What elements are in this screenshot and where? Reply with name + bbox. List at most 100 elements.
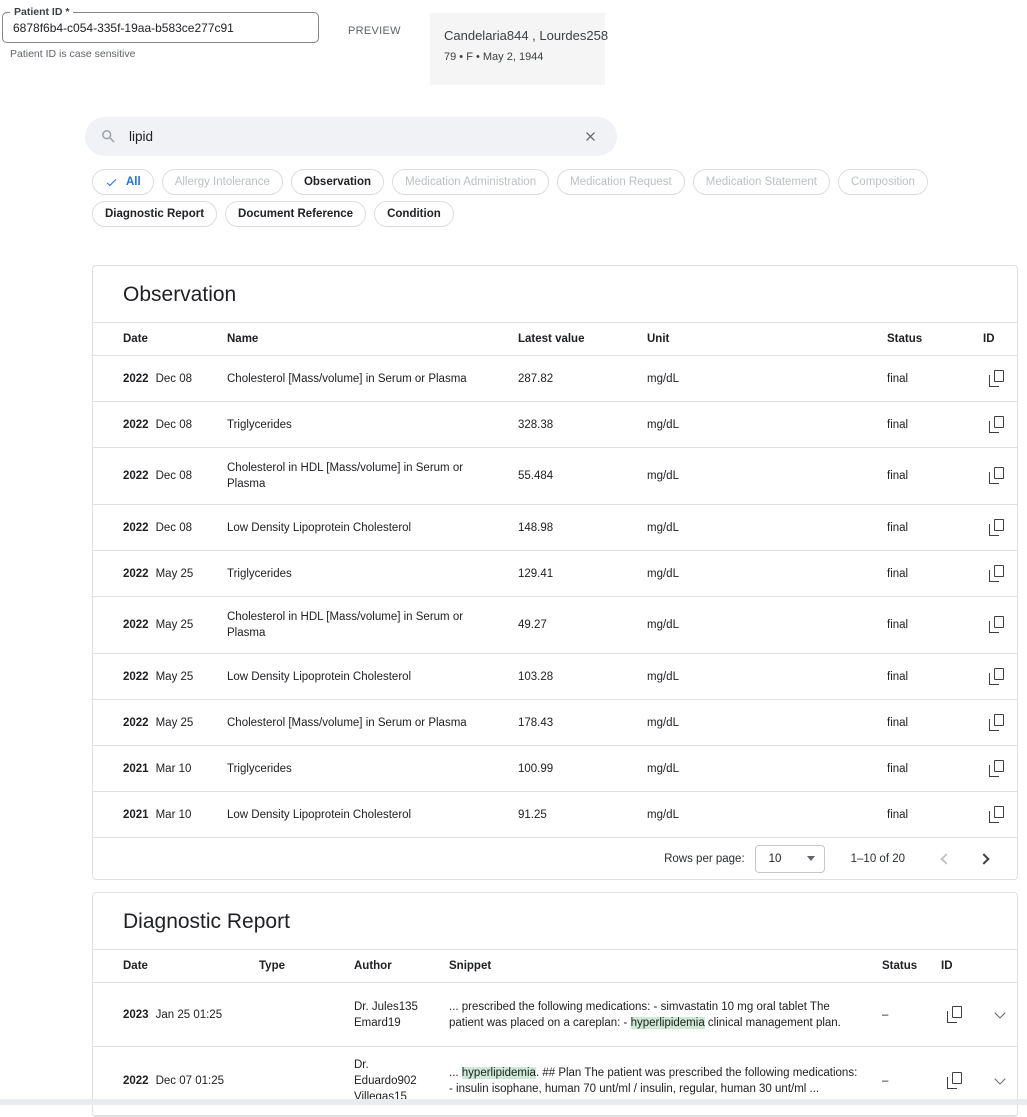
copy-report-id-button[interactable] bbox=[941, 1068, 967, 1094]
filter-chip-label: All bbox=[126, 176, 141, 188]
cell-id bbox=[983, 411, 1017, 438]
copy-observation-id-button[interactable] bbox=[983, 801, 1009, 827]
expand-row-button[interactable] bbox=[987, 1068, 1013, 1094]
cell-snippet: ... prescribed the following medications… bbox=[449, 999, 882, 1031]
cell-latest-value: 129.41 bbox=[518, 566, 647, 582]
cell-name: Triglycerides bbox=[227, 761, 518, 777]
observation-row: 2022Dec 08Low Density Lipoprotein Choles… bbox=[93, 505, 1017, 551]
filter-chip-allergy-intolerance[interactable]: Allergy Intolerance bbox=[162, 169, 283, 195]
column-header-status: Status bbox=[882, 960, 941, 972]
observation-row: 2022Dec 08Cholesterol in HDL [Mass/volum… bbox=[93, 448, 1017, 505]
filter-chip-medication-administration[interactable]: Medication Administration bbox=[392, 169, 549, 195]
filter-chip-medication-request[interactable]: Medication Request bbox=[557, 169, 685, 195]
observation-pagination: Rows per page: 10 1–10 of 20 bbox=[93, 838, 1017, 879]
observation-row: 2022May 25Cholesterol [Mass/volume] in S… bbox=[93, 700, 1017, 746]
cell-date: 2022Dec 08 bbox=[123, 371, 227, 387]
cell-id bbox=[983, 801, 1017, 828]
cell-unit: mg/dL bbox=[647, 715, 887, 731]
copy-observation-id-button[interactable] bbox=[983, 560, 1009, 586]
copy-report-id-button[interactable] bbox=[941, 1001, 967, 1027]
copy-observation-id-button[interactable] bbox=[983, 411, 1009, 437]
cell-latest-value: 148.98 bbox=[518, 520, 647, 536]
diagnostic-report-table-header: Date Type Author Snippet Status ID bbox=[93, 949, 1017, 983]
cell-status: final bbox=[887, 371, 983, 387]
content-copy-icon bbox=[989, 519, 1004, 536]
column-header-id: ID bbox=[983, 333, 1017, 345]
filter-chip-label: Observation bbox=[304, 176, 371, 188]
cell-unit: mg/dL bbox=[647, 371, 887, 387]
column-header-unit: Unit bbox=[647, 333, 887, 345]
cell-unit: mg/dL bbox=[647, 669, 887, 685]
diagnostic-report-section-title: Diagnostic Report bbox=[93, 893, 1017, 949]
chevron-down-icon bbox=[994, 1073, 1005, 1084]
filter-chip-medication-statement[interactable]: Medication Statement bbox=[693, 169, 830, 195]
expand-row-button[interactable] bbox=[987, 1002, 1013, 1028]
cell-latest-value: 91.25 bbox=[518, 807, 647, 823]
content-copy-icon bbox=[989, 370, 1004, 387]
filter-chip-condition[interactable]: Condition bbox=[374, 201, 454, 227]
cell-id bbox=[983, 365, 1017, 392]
clear-search-button[interactable] bbox=[579, 125, 602, 148]
search-icon bbox=[100, 128, 117, 145]
observation-table-body: 2022Dec 08Cholesterol [Mass/volume] in S… bbox=[93, 356, 1017, 838]
cell-date: 2022May 25 bbox=[123, 566, 227, 582]
column-header-type: Type bbox=[259, 960, 354, 972]
chevron-left-icon bbox=[940, 853, 951, 864]
cell-latest-value: 287.82 bbox=[518, 371, 647, 387]
observation-row: 2022Dec 08Triglycerides328.38mg/dLfinal bbox=[93, 402, 1017, 448]
diagnostic-report-section: Diagnostic Report Date Type Author Snipp… bbox=[92, 892, 1018, 1117]
copy-observation-id-button[interactable] bbox=[983, 514, 1009, 540]
cell-id bbox=[983, 463, 1017, 490]
cell-status: – bbox=[882, 1007, 941, 1023]
content-copy-icon bbox=[989, 714, 1004, 731]
filter-chip-label: Allergy Intolerance bbox=[175, 176, 270, 188]
column-header-author: Author bbox=[354, 960, 449, 972]
copy-observation-id-button[interactable] bbox=[983, 755, 1009, 781]
column-header-name: Name bbox=[227, 333, 518, 345]
cell-latest-value: 49.27 bbox=[518, 617, 647, 633]
rows-per-page-select[interactable]: 10 bbox=[755, 845, 825, 873]
observation-table-header: Date Name Latest value Unit Status ID bbox=[93, 322, 1017, 356]
diagnostic-report-row: 2022Dec 07 01:25Dr. Eduardo902 Villegas1… bbox=[93, 1047, 1017, 1116]
cell-status: final bbox=[887, 468, 983, 484]
patient-name: Candelaria844 , Lourdes258 bbox=[444, 28, 591, 43]
cell-unit: mg/dL bbox=[647, 468, 887, 484]
cell-unit: mg/dL bbox=[647, 761, 887, 777]
cell-status: – bbox=[882, 1073, 941, 1089]
preview-label: PREVIEW bbox=[348, 25, 401, 37]
search-input[interactable] bbox=[129, 129, 579, 144]
copy-observation-id-button[interactable] bbox=[983, 365, 1009, 391]
cell-status: final bbox=[887, 617, 983, 633]
filter-chip-observation[interactable]: Observation bbox=[291, 169, 384, 195]
cell-latest-value: 55.484 bbox=[518, 468, 647, 484]
content-copy-icon bbox=[947, 1072, 962, 1089]
filter-chip-diagnostic-report[interactable]: Diagnostic Report bbox=[92, 201, 217, 227]
diagnostic-report-table-body: 2023Jan 25 01:25Dr. Jules135 Emard19... … bbox=[93, 983, 1017, 1116]
snippet-highlight: hyperlipidemia bbox=[462, 1067, 536, 1079]
column-header-date: Date bbox=[123, 333, 227, 345]
cell-unit: mg/dL bbox=[647, 566, 887, 582]
filter-chip-document-reference[interactable]: Document Reference bbox=[225, 201, 366, 227]
filter-chip-all[interactable]: All bbox=[92, 169, 154, 195]
copy-observation-id-button[interactable] bbox=[983, 663, 1009, 689]
cell-unit: mg/dL bbox=[647, 417, 887, 433]
filter-chip-label: Diagnostic Report bbox=[105, 208, 204, 220]
cell-unit: mg/dL bbox=[647, 520, 887, 536]
filter-chip-composition[interactable]: Composition bbox=[838, 169, 928, 195]
copy-observation-id-button[interactable] bbox=[983, 463, 1009, 489]
cell-id bbox=[941, 1001, 987, 1028]
search-bar bbox=[85, 117, 617, 156]
content-copy-icon bbox=[989, 565, 1004, 582]
observation-row: 2022Dec 08Cholesterol [Mass/volume] in S… bbox=[93, 356, 1017, 402]
cell-date: 2022Dec 08 bbox=[123, 417, 227, 433]
patient-header: Patient ID * Patient ID is case sensitiv… bbox=[0, 0, 1027, 95]
column-header-id: ID bbox=[941, 960, 987, 972]
cell-status: final bbox=[887, 715, 983, 731]
content-copy-icon bbox=[989, 668, 1004, 685]
cell-date: 2022May 25 bbox=[123, 715, 227, 731]
copy-observation-id-button[interactable] bbox=[983, 709, 1009, 735]
cell-status: final bbox=[887, 520, 983, 536]
previous-page-button[interactable] bbox=[933, 846, 959, 872]
copy-observation-id-button[interactable] bbox=[983, 612, 1009, 638]
next-page-button[interactable] bbox=[971, 846, 997, 872]
